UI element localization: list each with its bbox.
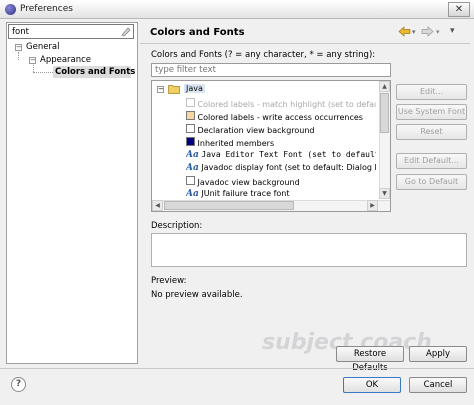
back-arrow-icon[interactable] <box>398 26 411 40</box>
list-item-label: Inherited members <box>197 139 275 148</box>
use-system-font-button[interactable]: Use System Font <box>396 104 467 120</box>
edit-default-button[interactable]: Edit Default... <box>396 153 467 169</box>
scroll-right-icon[interactable]: ▶ <box>367 200 378 211</box>
go-to-default-button[interactable]: Go to Default <box>396 174 467 190</box>
scroll-left-icon[interactable]: ◀ <box>152 200 163 211</box>
list-item-label: JUnit failure trace font <box>201 189 290 198</box>
color-swatch <box>186 111 195 120</box>
filter-input[interactable] <box>8 24 134 39</box>
font-icon: Aa <box>186 150 199 160</box>
clear-filter-icon[interactable] <box>120 26 131 37</box>
tree-item-colors-and-fonts[interactable]: Colors and Fonts <box>55 67 135 77</box>
color-swatch <box>186 137 195 146</box>
font-icon: Aa <box>186 163 199 173</box>
tree-line <box>33 72 53 73</box>
vertical-scroll-thumb[interactable] <box>380 93 389 133</box>
list-item[interactable]: Javadoc view background <box>186 176 376 188</box>
scroll-up-icon[interactable]: ▲ <box>379 81 390 92</box>
tree-toggle-appearance[interactable]: − <box>29 57 36 64</box>
close-button[interactable]: ✕ <box>448 2 470 17</box>
tree-item-general[interactable]: General <box>26 42 60 52</box>
reset-button[interactable]: Reset <box>396 124 467 140</box>
tree-toggle-general[interactable]: − <box>15 44 22 51</box>
list-item[interactable]: Aa Javadoc display font (set to default:… <box>186 163 376 175</box>
preview-text: No preview available. <box>151 290 243 300</box>
list-item[interactable]: Colored labels - write access occurrence… <box>186 111 376 123</box>
back-history-dropdown-icon[interactable]: ▾ <box>412 28 416 36</box>
tree-toggle-java[interactable]: − <box>157 86 164 93</box>
description-label: Description: <box>151 221 203 231</box>
list-item-label: Javadoc view background <box>197 178 300 187</box>
help-icon[interactable]: ? <box>11 377 26 392</box>
list-item[interactable]: Aa Java Editor Text Font (set to default… <box>186 150 376 162</box>
list-item[interactable]: Declaration view background <box>186 124 376 136</box>
list-item-label: Java Editor Text Font (set to default: T… <box>201 150 376 159</box>
list-item-label: Javadoc display font (set to default: Di… <box>201 163 376 172</box>
list-item-label: Colored labels - write access occurrence… <box>197 113 363 122</box>
list-item[interactable]: Inherited members <box>186 137 376 149</box>
ok-button[interactable]: OK <box>343 377 401 393</box>
preview-label: Preview: <box>151 276 187 286</box>
tree-item-java[interactable]: Java <box>184 84 205 93</box>
description-box <box>151 233 467 267</box>
apply-button[interactable]: Apply <box>409 346 467 362</box>
forward-arrow-icon[interactable] <box>421 26 434 40</box>
filter-description-label: Colors and Fonts (? = any character, * =… <box>151 50 376 60</box>
color-swatch <box>186 176 195 185</box>
edit-button[interactable]: Edit... <box>396 84 467 100</box>
page-title: Colors and Fonts <box>150 27 245 38</box>
horizontal-scroll-thumb[interactable] <box>164 201 294 210</box>
folder-icon <box>168 84 180 94</box>
view-menu-icon[interactable]: ▾ <box>450 26 455 36</box>
color-swatch <box>186 124 195 133</box>
cancel-button[interactable]: Cancel <box>409 377 467 393</box>
scroll-down-icon[interactable]: ▼ <box>379 188 390 199</box>
eclipse-app-icon <box>5 4 16 15</box>
forward-history-dropdown-icon[interactable]: ▾ <box>436 28 440 36</box>
list-item[interactable]: Colored labels - match highlight (set to… <box>186 98 376 110</box>
font-icon: Aa <box>186 189 199 199</box>
tree-item-appearance[interactable]: Appearance <box>40 55 91 65</box>
restore-defaults-button[interactable]: Restore Defaults <box>336 346 404 373</box>
window-title: Preferences <box>20 4 73 14</box>
tree-line <box>33 65 34 72</box>
color-swatch <box>186 98 195 107</box>
type-filter-input[interactable] <box>151 63 391 77</box>
separator <box>0 368 474 369</box>
tree-line <box>18 52 19 60</box>
list-item-label: Declaration view background <box>197 126 315 135</box>
list-item-label: Colored labels - match highlight (set to… <box>197 100 376 109</box>
